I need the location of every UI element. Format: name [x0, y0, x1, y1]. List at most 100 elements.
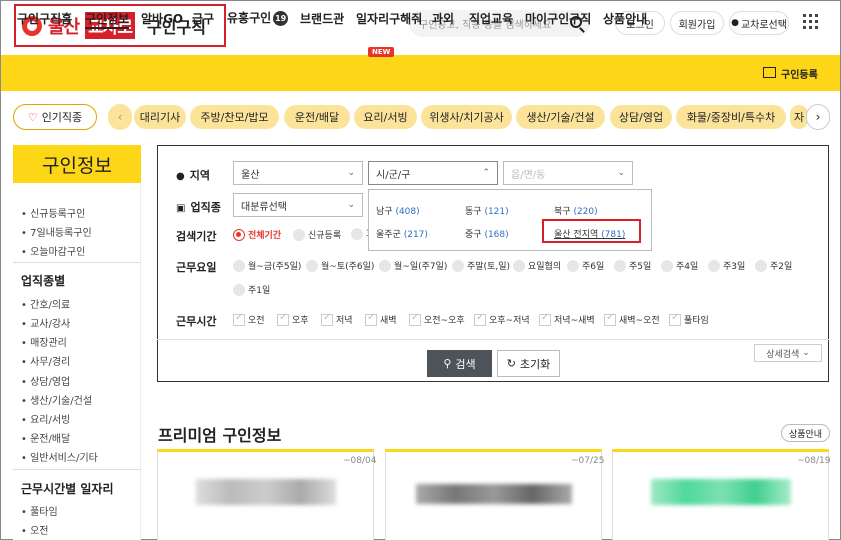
- days-radio[interactable]: 월~금(주5일): [233, 259, 301, 272]
- sidebar-item-label: 간호/의료: [30, 300, 71, 311]
- sidebar-item-job[interactable]: • 간호/의료: [21, 296, 70, 311]
- town-select[interactable]: 읍/면/동 ⌄: [503, 161, 633, 185]
- sidebar-item-job[interactable]: • 상담/영업: [21, 373, 70, 388]
- region-select-value: 울산: [241, 169, 260, 181]
- sidebar-item-new[interactable]: • 신규등록구인: [21, 205, 85, 220]
- keyword-chip[interactable]: 대리기사: [134, 105, 186, 129]
- region-select-button[interactable]: ● 교차로선택: [729, 11, 789, 35]
- hours-checkbox[interactable]: 새벽~오전: [604, 312, 660, 326]
- register-button[interactable]: 구인등록: [781, 66, 818, 81]
- region-select[interactable]: 울산 ⌄: [233, 161, 363, 185]
- keyword-chip[interactable]: 생산/기술/건설: [516, 105, 605, 129]
- days-radio[interactable]: 주4일: [661, 259, 698, 272]
- district-option[interactable]: 동구 (121): [465, 204, 509, 217]
- checkbox-icon: [277, 312, 289, 326]
- checkbox-label: 오후: [292, 316, 309, 326]
- period-radio-new[interactable]: 신규등록: [293, 228, 341, 241]
- keyword-chip[interactable]: 화물/중장비/특수차: [676, 105, 786, 129]
- nav-item-brand[interactable]: 브랜드관: [300, 10, 344, 27]
- hours-checkbox[interactable]: 새벽: [365, 312, 397, 326]
- checkbox-icon: [604, 312, 616, 326]
- nav-item-my-page[interactable]: 마이구인구직: [525, 10, 591, 27]
- briefcase-icon: ▣: [176, 203, 186, 214]
- nav-item-job-info[interactable]: 구인정보: [85, 10, 130, 29]
- nav-item-albago[interactable]: 알바GO: [141, 10, 183, 27]
- hours-label: 근무시간: [176, 315, 217, 328]
- hours-checkbox[interactable]: 오후~저녁: [474, 312, 530, 326]
- search-button[interactable]: ⚲ 검색: [427, 350, 492, 377]
- sidebar-item-job[interactable]: • 매장관리: [21, 334, 67, 349]
- nav-item-tutoring[interactable]: 과외: [432, 10, 454, 27]
- region-label: ● 지역: [176, 167, 210, 183]
- district-count: (220): [573, 207, 598, 217]
- checkbox-label: 오후~저녁: [489, 316, 530, 326]
- checkbox-icon: [539, 312, 551, 326]
- all-menu-grid-icon[interactable]: [803, 14, 818, 29]
- keyword-chip[interactable]: 요리/서빙: [354, 105, 417, 129]
- keywords-next-arrow-icon[interactable]: ›: [806, 104, 830, 130]
- days-radio[interactable]: 주3일: [708, 259, 745, 272]
- district-name: 북구: [554, 207, 571, 217]
- radio-label: 주4일: [676, 262, 699, 272]
- sidebar-item-time[interactable]: • 오전: [21, 522, 48, 537]
- nav-item-urgent[interactable]: 급구: [192, 10, 214, 27]
- detail-search-button[interactable]: 상세검색 ⌄: [754, 344, 822, 362]
- hours-checkbox[interactable]: 오전: [233, 312, 265, 326]
- sidebar-item-7days[interactable]: • 7일내등록구인: [21, 224, 92, 239]
- sidebar-item-job[interactable]: • 운전/배달: [21, 430, 70, 445]
- radio-icon: [661, 259, 673, 272]
- days-radio[interactable]: 월~토(주6일): [306, 259, 374, 272]
- days-radio[interactable]: 주1일: [233, 283, 270, 296]
- sidebar-item-label: 7일내등록구인: [30, 228, 92, 239]
- nav-item-entertainment[interactable]: 유흥구인 19: [227, 9, 289, 26]
- district-name: 중구: [465, 230, 482, 240]
- hours-checkbox[interactable]: 오전~오후: [409, 312, 465, 326]
- district-option[interactable]: 북구 (220): [554, 204, 598, 217]
- keyword-chip[interactable]: 주방/찬모/밥모: [190, 105, 279, 129]
- checkbox-label: 새벽~오전: [619, 316, 660, 326]
- hours-checkbox[interactable]: 풀타임: [669, 312, 709, 326]
- sidebar-item-time[interactable]: • 풀타임: [21, 503, 58, 518]
- job-category-select[interactable]: 대분류선택 ⌄: [233, 193, 363, 217]
- hours-checkbox[interactable]: 저녁~새벽: [539, 312, 595, 326]
- reset-button[interactable]: ↻ 초기화: [497, 350, 560, 377]
- nav-item-home[interactable]: 구인구직홈: [17, 10, 72, 27]
- premium-guide-button[interactable]: 상품안내: [781, 424, 830, 442]
- radio-label: 주1일: [248, 286, 271, 296]
- district-option[interactable]: 중구 (168): [465, 227, 509, 240]
- days-radio[interactable]: 주5일: [614, 259, 651, 272]
- sidebar-divider: [13, 469, 141, 470]
- hot-jobs-button[interactable]: ♡ 인기직종: [13, 104, 97, 130]
- nav-item-find-job[interactable]: 일자리구해줘: [356, 10, 422, 27]
- radio-label: 신규등록: [308, 231, 342, 241]
- card-logo-blurred: [196, 479, 336, 505]
- radio-icon: [755, 259, 767, 272]
- district-option[interactable]: 남구 (408): [376, 204, 420, 217]
- card-logo-blurred: [651, 479, 791, 505]
- sidebar-item-job[interactable]: • 요리/서빙: [21, 411, 70, 426]
- signup-button[interactable]: 회원가입: [670, 11, 724, 35]
- days-radio[interactable]: 주6일: [567, 259, 604, 272]
- sidebar-item-job[interactable]: • 교사/강사: [21, 315, 70, 330]
- hours-checkbox[interactable]: 저녁: [321, 312, 353, 326]
- radio-icon: [233, 283, 245, 296]
- keyword-chip[interactable]: 상담/영업: [610, 105, 672, 129]
- keyword-chip[interactable]: 운전/배달: [284, 105, 350, 129]
- sidebar-item-job[interactable]: • 일반서비스/기타: [21, 449, 98, 464]
- district-option[interactable]: 울주군 (217): [376, 227, 428, 240]
- sidebar-item-job[interactable]: • 생산/기술/건설: [21, 392, 92, 407]
- days-radio[interactable]: 월~일(주7일): [379, 259, 447, 272]
- nav-item-products[interactable]: 상품안내: [603, 10, 647, 27]
- period-label: 검색기간: [176, 230, 217, 243]
- sidebar-item-job[interactable]: • 사무/경리: [21, 353, 70, 368]
- days-radio[interactable]: 요일협의: [513, 259, 561, 272]
- days-radio[interactable]: 주말(토,일): [452, 259, 510, 272]
- district-select[interactable]: 시/군/구 ⌃: [368, 161, 498, 185]
- nav-item-education[interactable]: 직업교육: [469, 10, 513, 27]
- sidebar-item-today[interactable]: • 오늘마감구인: [21, 243, 85, 258]
- period-radio-all[interactable]: 전체기간: [233, 228, 281, 241]
- hours-checkbox[interactable]: 오후: [277, 312, 309, 326]
- keywords-prev-arrow-icon[interactable]: ‹: [108, 104, 132, 130]
- days-radio[interactable]: 주2일: [755, 259, 792, 272]
- keyword-chip[interactable]: 위생사/치기공사: [421, 105, 512, 129]
